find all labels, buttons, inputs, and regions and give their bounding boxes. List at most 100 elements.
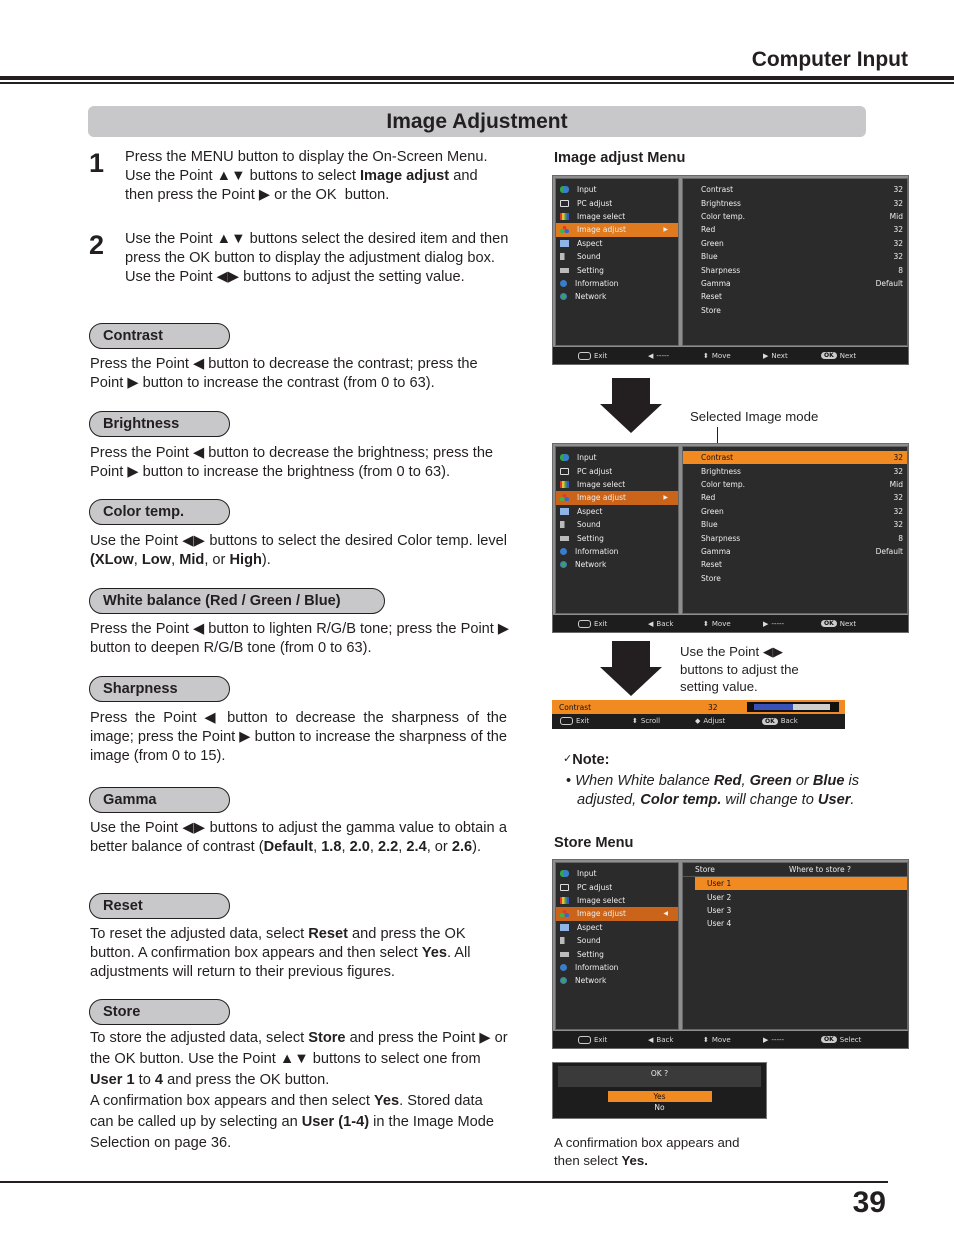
osd-adjust-item-reset[interactable]: Reset	[683, 290, 907, 303]
confirm-no[interactable]: No	[608, 1102, 712, 1113]
osd-menu-item-aspect[interactable]: Aspect	[556, 237, 678, 250]
osd-adjust-item-color-temp[interactable]: Color temp. Mid	[683, 210, 907, 223]
osd-main-list: Input PC adjust Image select Image adjust ▶ A…	[556, 183, 678, 304]
section-pill-color-temp: Color temp.	[89, 499, 230, 525]
store-item-user-2[interactable]: User 2	[695, 890, 907, 903]
left-arrow-icon: ◀	[648, 619, 654, 628]
image-select-icon	[560, 480, 569, 488]
osd-menu-item-image-adjust[interactable]: Image adjust ▶	[556, 491, 678, 505]
store-menu-caption: Store Menu	[554, 835, 634, 851]
osd-adjust-item-store[interactable]: Store	[683, 572, 907, 585]
osd-menu-item-setting[interactable]: Setting	[556, 947, 678, 960]
exit-icon	[578, 1035, 591, 1044]
osd-menu-item-setting[interactable]: Setting	[556, 531, 678, 544]
osd-adjust-item-store[interactable]: Store	[683, 304, 907, 317]
osd-adjust-item-blue[interactable]: Blue 32	[683, 518, 907, 531]
osd-menu-item-network[interactable]: Network	[556, 974, 678, 987]
osd-menu-item-input[interactable]: Input	[556, 867, 678, 880]
osd-adjust-item-red[interactable]: Red 32	[683, 491, 907, 504]
ok-icon: OK	[762, 717, 778, 725]
adjust-item-label: Sharpness	[701, 265, 741, 275]
store-item-user-4[interactable]: User 4	[695, 917, 907, 930]
footer-rule	[0, 1181, 888, 1183]
osd-menu-item-image-select[interactable]: Image select	[556, 894, 678, 907]
adjust-item-value: Default	[875, 278, 903, 288]
section-text-gamma: Use the Point ◀▶ buttons to adjust the g…	[90, 820, 507, 855]
osd-adjust-bar: Contrast 32 Exit ⬍ Scroll ◆ Adjust OK Back	[552, 700, 845, 729]
section-pill-brightness: Brightness	[89, 411, 230, 437]
osd-adjust-item-sharpness[interactable]: Sharpness 8	[683, 263, 907, 276]
confirm-yes[interactable]: Yes	[607, 1091, 712, 1102]
osd-menu-item-information[interactable]: Information	[556, 545, 678, 558]
osd-adjust-item-green[interactable]: Green 32	[683, 237, 907, 250]
osd-adjust-item-sharpness[interactable]: Sharpness 8	[683, 531, 907, 544]
adjust-item-label: Brightness	[701, 466, 741, 476]
osd-menu-item-image-adjust[interactable]: Image adjust ▶	[556, 223, 678, 237]
step-number: 1	[89, 148, 105, 178]
osd-menu-item-aspect[interactable]: Aspect	[556, 921, 678, 934]
osd-menu-item-sound[interactable]: Sound	[556, 518, 678, 531]
adjust-item-label: Blue	[701, 520, 718, 530]
osd-menu-label: Setting	[577, 533, 604, 543]
step-number: 2	[89, 230, 105, 260]
submenu-right-arrow-icon: ▶	[663, 226, 668, 234]
adjust-item-label: Gamma	[701, 546, 731, 556]
information-icon	[560, 279, 567, 287]
image-select-icon	[560, 212, 569, 220]
osd-menu-label: Setting	[577, 265, 604, 275]
page-title: Image Adjustment	[386, 109, 568, 133]
osd-adjust-item-color-temp[interactable]: Color temp. Mid	[683, 478, 907, 491]
osd-adjust-item-brightness[interactable]: Brightness 32	[683, 196, 907, 209]
osd-adjust-item-contrast[interactable]: Contrast 32	[683, 183, 907, 196]
adjust-bar-label: Contrast	[559, 702, 592, 712]
adjust-item-label: Reset	[701, 560, 722, 570]
updown-icon: ⬍	[703, 351, 709, 360]
osd-adjust-item-blue[interactable]: Blue 32	[683, 250, 907, 263]
information-icon	[560, 547, 567, 555]
sound-icon	[560, 937, 569, 945]
osd-menu-item-network[interactable]: Network	[556, 290, 678, 303]
osd-menu-item-input[interactable]: Input	[556, 451, 678, 464]
osd-menu-item-pc-adjust[interactable]: PC adjust	[556, 464, 678, 477]
header-rule	[0, 76, 954, 80]
osd-adjust-item-reset[interactable]: Reset	[683, 558, 907, 571]
osd-menu-item-sound[interactable]: Sound	[556, 250, 678, 263]
osd-adjust-item-contrast[interactable]: Contrast 32	[683, 451, 907, 465]
osd-adjust-item-green[interactable]: Green 32	[683, 505, 907, 518]
store-item-user-1[interactable]: User 1	[695, 877, 907, 891]
osd-menu-item-pc-adjust[interactable]: PC adjust	[556, 880, 678, 893]
osd-adjust-item-gamma[interactable]: Gamma Default	[683, 545, 907, 558]
osd-menu-item-aspect[interactable]: Aspect	[556, 505, 678, 518]
store-item-label: User 2	[707, 892, 732, 902]
osd-adjust-item-red[interactable]: Red 32	[683, 223, 907, 236]
osd-adjust-item-brightness[interactable]: Brightness 32	[683, 464, 907, 477]
osd-menu-item-information[interactable]: Information	[556, 961, 678, 974]
osd-menu-label: Input	[577, 185, 597, 195]
osd-menu-item-image-select[interactable]: Image select	[556, 210, 678, 223]
adjust-slider[interactable]	[747, 702, 839, 712]
exit-icon	[578, 619, 591, 628]
note-text: • When White balance Red, Green or Blue …	[566, 773, 860, 808]
osd-menu-item-pc-adjust[interactable]: PC adjust	[556, 196, 678, 209]
osd-adjust-item-gamma[interactable]: Gamma Default	[683, 277, 907, 290]
osd-menu-item-network[interactable]: Network	[556, 558, 678, 571]
store-item-user-3[interactable]: User 3	[695, 904, 907, 917]
adjust-item-value: 32	[893, 252, 903, 262]
confirm-caption: A confirmation box appears and then sele…	[554, 1135, 740, 1168]
osd-menu-item-information[interactable]: Information	[556, 277, 678, 290]
adjust-item-label: Red	[701, 493, 716, 503]
input-icon	[560, 870, 569, 878]
bottom-right: -----	[771, 619, 785, 628]
osd-menu-label: Image select	[577, 479, 626, 489]
image-adjust-icon	[560, 494, 569, 502]
osd-image-adjust-menu: Input PC adjust Image select Image adjust ▶ A…	[552, 175, 909, 365]
ok-icon: OK	[821, 620, 837, 627]
osd-menu-item-image-adjust[interactable]: Image adjust ◀	[556, 907, 678, 921]
right-arrow-icon: ▶	[763, 351, 769, 360]
osd-menu-item-input[interactable]: Input	[556, 183, 678, 196]
store-item-label: User 1	[707, 879, 732, 889]
adjust-item-label: Contrast	[701, 185, 734, 195]
osd-menu-item-setting[interactable]: Setting	[556, 263, 678, 276]
osd-menu-item-sound[interactable]: Sound	[556, 934, 678, 947]
osd-menu-item-image-select[interactable]: Image select	[556, 478, 678, 491]
